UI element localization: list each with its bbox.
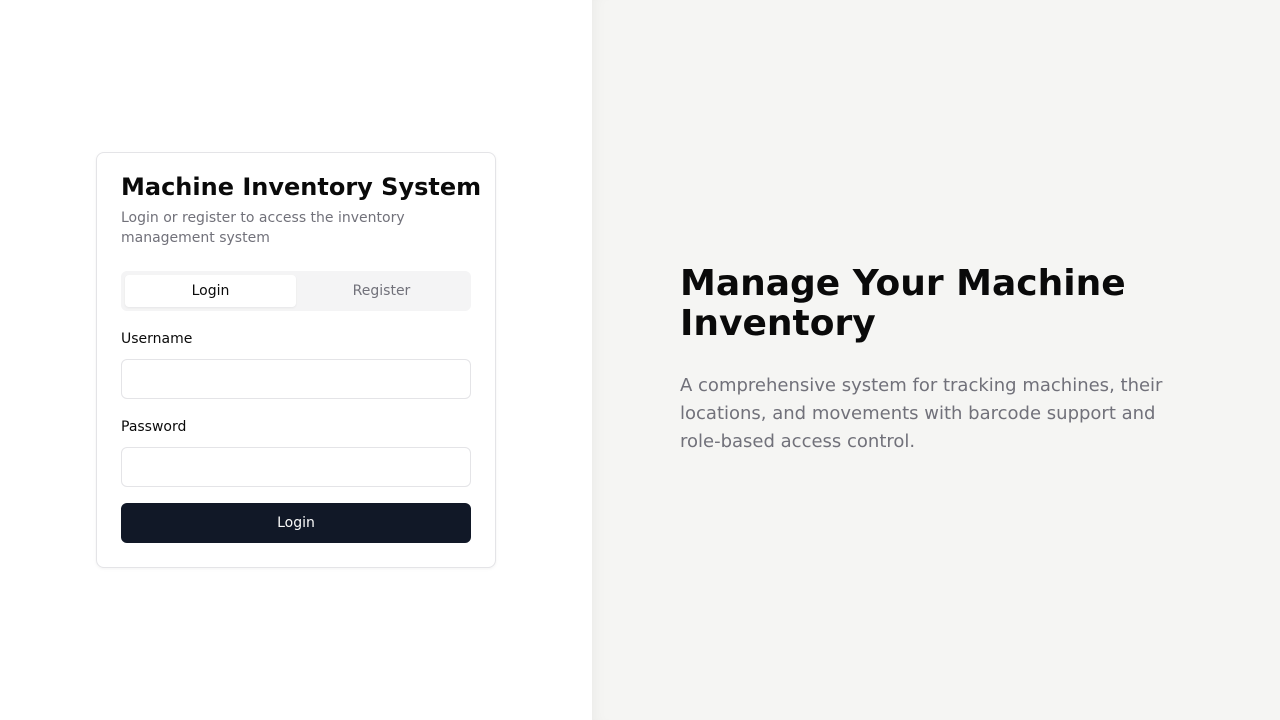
hero-description: A comprehensive system for tracking mach… xyxy=(680,375,1163,452)
auth-tabs: Login Register xyxy=(121,271,471,311)
hero-title: Manage Your Machine Inventory xyxy=(680,263,1126,344)
hero-panel: Manage Your Machine Inventory A comprehe… xyxy=(592,0,1280,720)
login-button[interactable]: Login xyxy=(121,503,471,543)
tab-login[interactable]: Login xyxy=(125,275,296,307)
login-card: Machine Inventory System Login or regist… xyxy=(96,152,496,568)
password-input[interactable] xyxy=(121,447,471,487)
hero-content: Manage Your Machine Inventory A comprehe… xyxy=(680,264,1200,456)
auth-pane: Machine Inventory System Login or regist… xyxy=(0,0,592,720)
username-input[interactable] xyxy=(121,359,471,399)
auth-page: Machine Inventory System Login or regist… xyxy=(0,0,1280,720)
tab-register[interactable]: Register xyxy=(296,275,467,307)
password-label: Password xyxy=(121,419,187,435)
card-title: Machine Inventory System xyxy=(121,173,482,201)
username-label: Username xyxy=(121,331,193,347)
card-subtitle: Login or register to access the inventor… xyxy=(121,210,405,246)
